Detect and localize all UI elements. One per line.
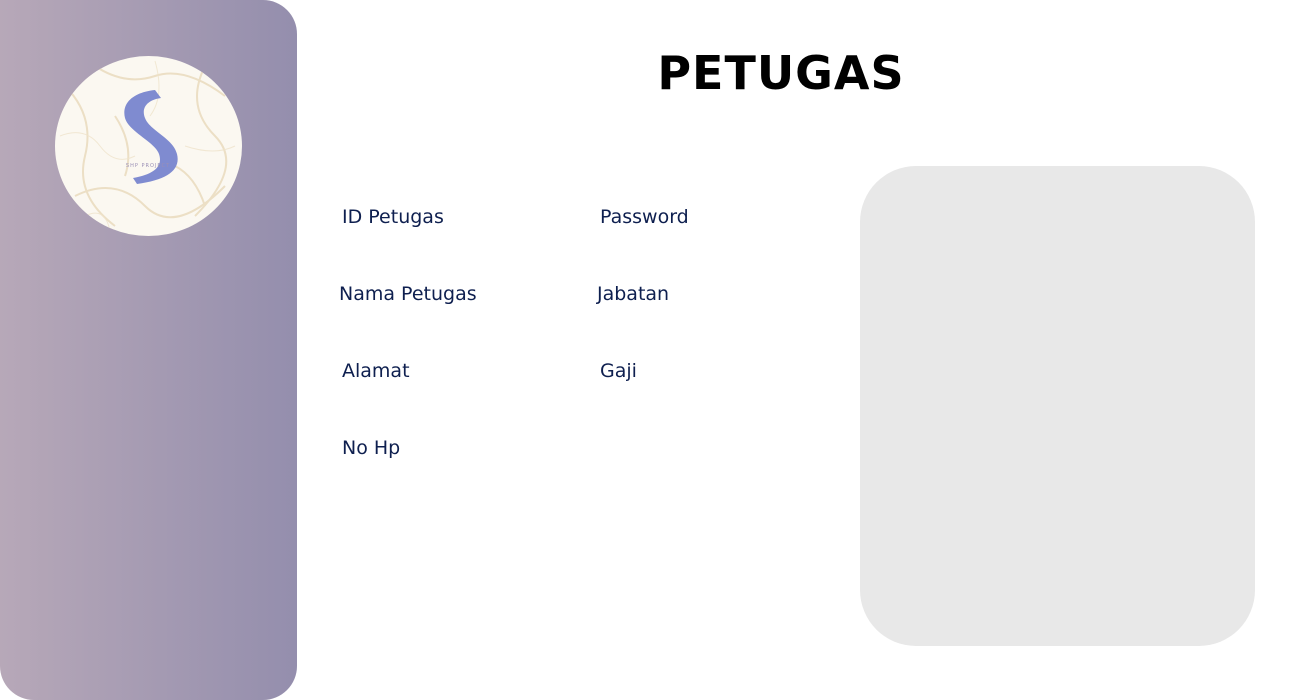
logo-icon: SHP PROJECT xyxy=(59,60,236,232)
label-nama-petugas: Nama Petugas xyxy=(339,283,477,305)
sidebar: SHP PROJECT xyxy=(0,0,297,700)
label-jabatan: Jabatan xyxy=(597,283,670,305)
logo: SHP PROJECT xyxy=(55,56,242,236)
page-title: PETUGAS xyxy=(657,46,905,100)
label-no-hp: No Hp xyxy=(342,437,401,459)
label-gaji: Gaji xyxy=(600,360,637,382)
label-password: Password xyxy=(600,206,689,228)
label-id-petugas: ID Petugas xyxy=(342,206,444,228)
logo-tagline: SHP PROJECT xyxy=(126,163,170,169)
label-alamat: Alamat xyxy=(342,360,410,382)
photo-placeholder[interactable] xyxy=(860,166,1255,646)
